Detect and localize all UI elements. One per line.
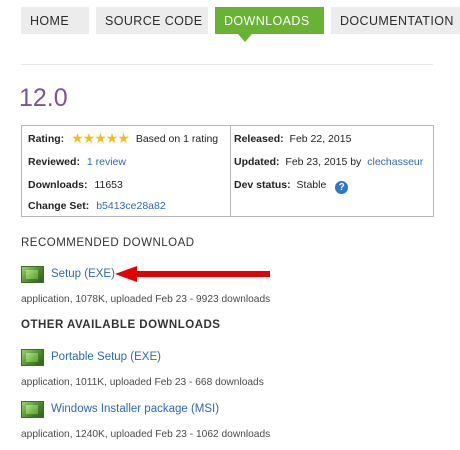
reviews-link[interactable]: 1 review — [87, 156, 126, 168]
updated-label: Updated: — [234, 156, 280, 168]
installer-icon — [21, 266, 44, 283]
rating-text: Based on 1 rating — [135, 133, 219, 145]
red-arrow-icon — [115, 266, 270, 282]
reviewed-row: Reviewed: 1 review — [28, 156, 126, 168]
installer-icon — [21, 401, 44, 418]
dev-status-value: Stable — [296, 179, 327, 191]
recommended-heading: RECOMMENDED DOWNLOAD — [21, 237, 195, 249]
changeset-label: Change Set: — [28, 200, 90, 212]
help-icon[interactable]: ? — [335, 181, 349, 194]
downloads-count: 11653 — [94, 179, 123, 191]
divider — [230, 126, 231, 216]
released-date: Feb 22, 2015 — [289, 133, 352, 145]
star-icon: ★ — [117, 130, 130, 146]
reviewed-label: Reviewed: — [28, 156, 80, 168]
downloads-label: Downloads: — [28, 179, 88, 191]
updated-date: Feb 23, 2015 by — [285, 156, 362, 168]
tab-downloads[interactable]: DOWNLOADS — [215, 7, 324, 42]
updated-user-link[interactable]: clechasseur — [367, 156, 423, 168]
tab-documentation[interactable]: DOCUMENTATION — [331, 7, 460, 34]
rating-stars: ★★★★★ — [71, 130, 130, 146]
other-downloads-heading: OTHER AVAILABLE DOWNLOADS — [21, 319, 221, 331]
download-link-msi[interactable]: Windows Installer package (MSI) — [51, 403, 219, 415]
released-label: Released: — [234, 133, 284, 145]
updated-row: Updated: Feb 23, 2015 by clechasseur — [234, 156, 423, 168]
tab-source-code[interactable]: SOURCE CODE — [96, 7, 208, 34]
download-link-setup-exe[interactable]: Setup (EXE) — [51, 268, 115, 280]
release-info-table: Rating: ★★★★★ Based on 1 rating Reviewed… — [21, 125, 434, 217]
rating-row: Rating: ★★★★★ Based on 1 rating — [28, 130, 219, 146]
download-meta-setup-exe: application, 1078K, uploaded Feb 23 - 99… — [21, 294, 271, 305]
page-title: 12.0 — [19, 84, 68, 112]
dev-status-label: Dev status: — [234, 179, 291, 191]
installer-icon — [21, 349, 44, 366]
download-meta-portable-setup: application, 1011K, uploaded Feb 23 - 66… — [21, 377, 264, 388]
changeset-link[interactable]: b5413ce28a82 — [96, 200, 166, 212]
released-row: Released: Feb 22, 2015 — [234, 133, 351, 145]
download-link-portable-setup[interactable]: Portable Setup (EXE) — [51, 351, 161, 363]
tab-home[interactable]: HOME — [21, 7, 89, 34]
rating-label: Rating: — [28, 133, 65, 145]
dev-status-row: Dev status: Stable ? — [234, 179, 349, 194]
divider — [21, 64, 433, 65]
download-meta-msi: application, 1240K, uploaded Feb 23 - 10… — [21, 429, 271, 440]
downloads-row: Downloads: 11653 — [28, 179, 123, 191]
changeset-row: Change Set: b5413ce28a82 — [28, 200, 166, 212]
